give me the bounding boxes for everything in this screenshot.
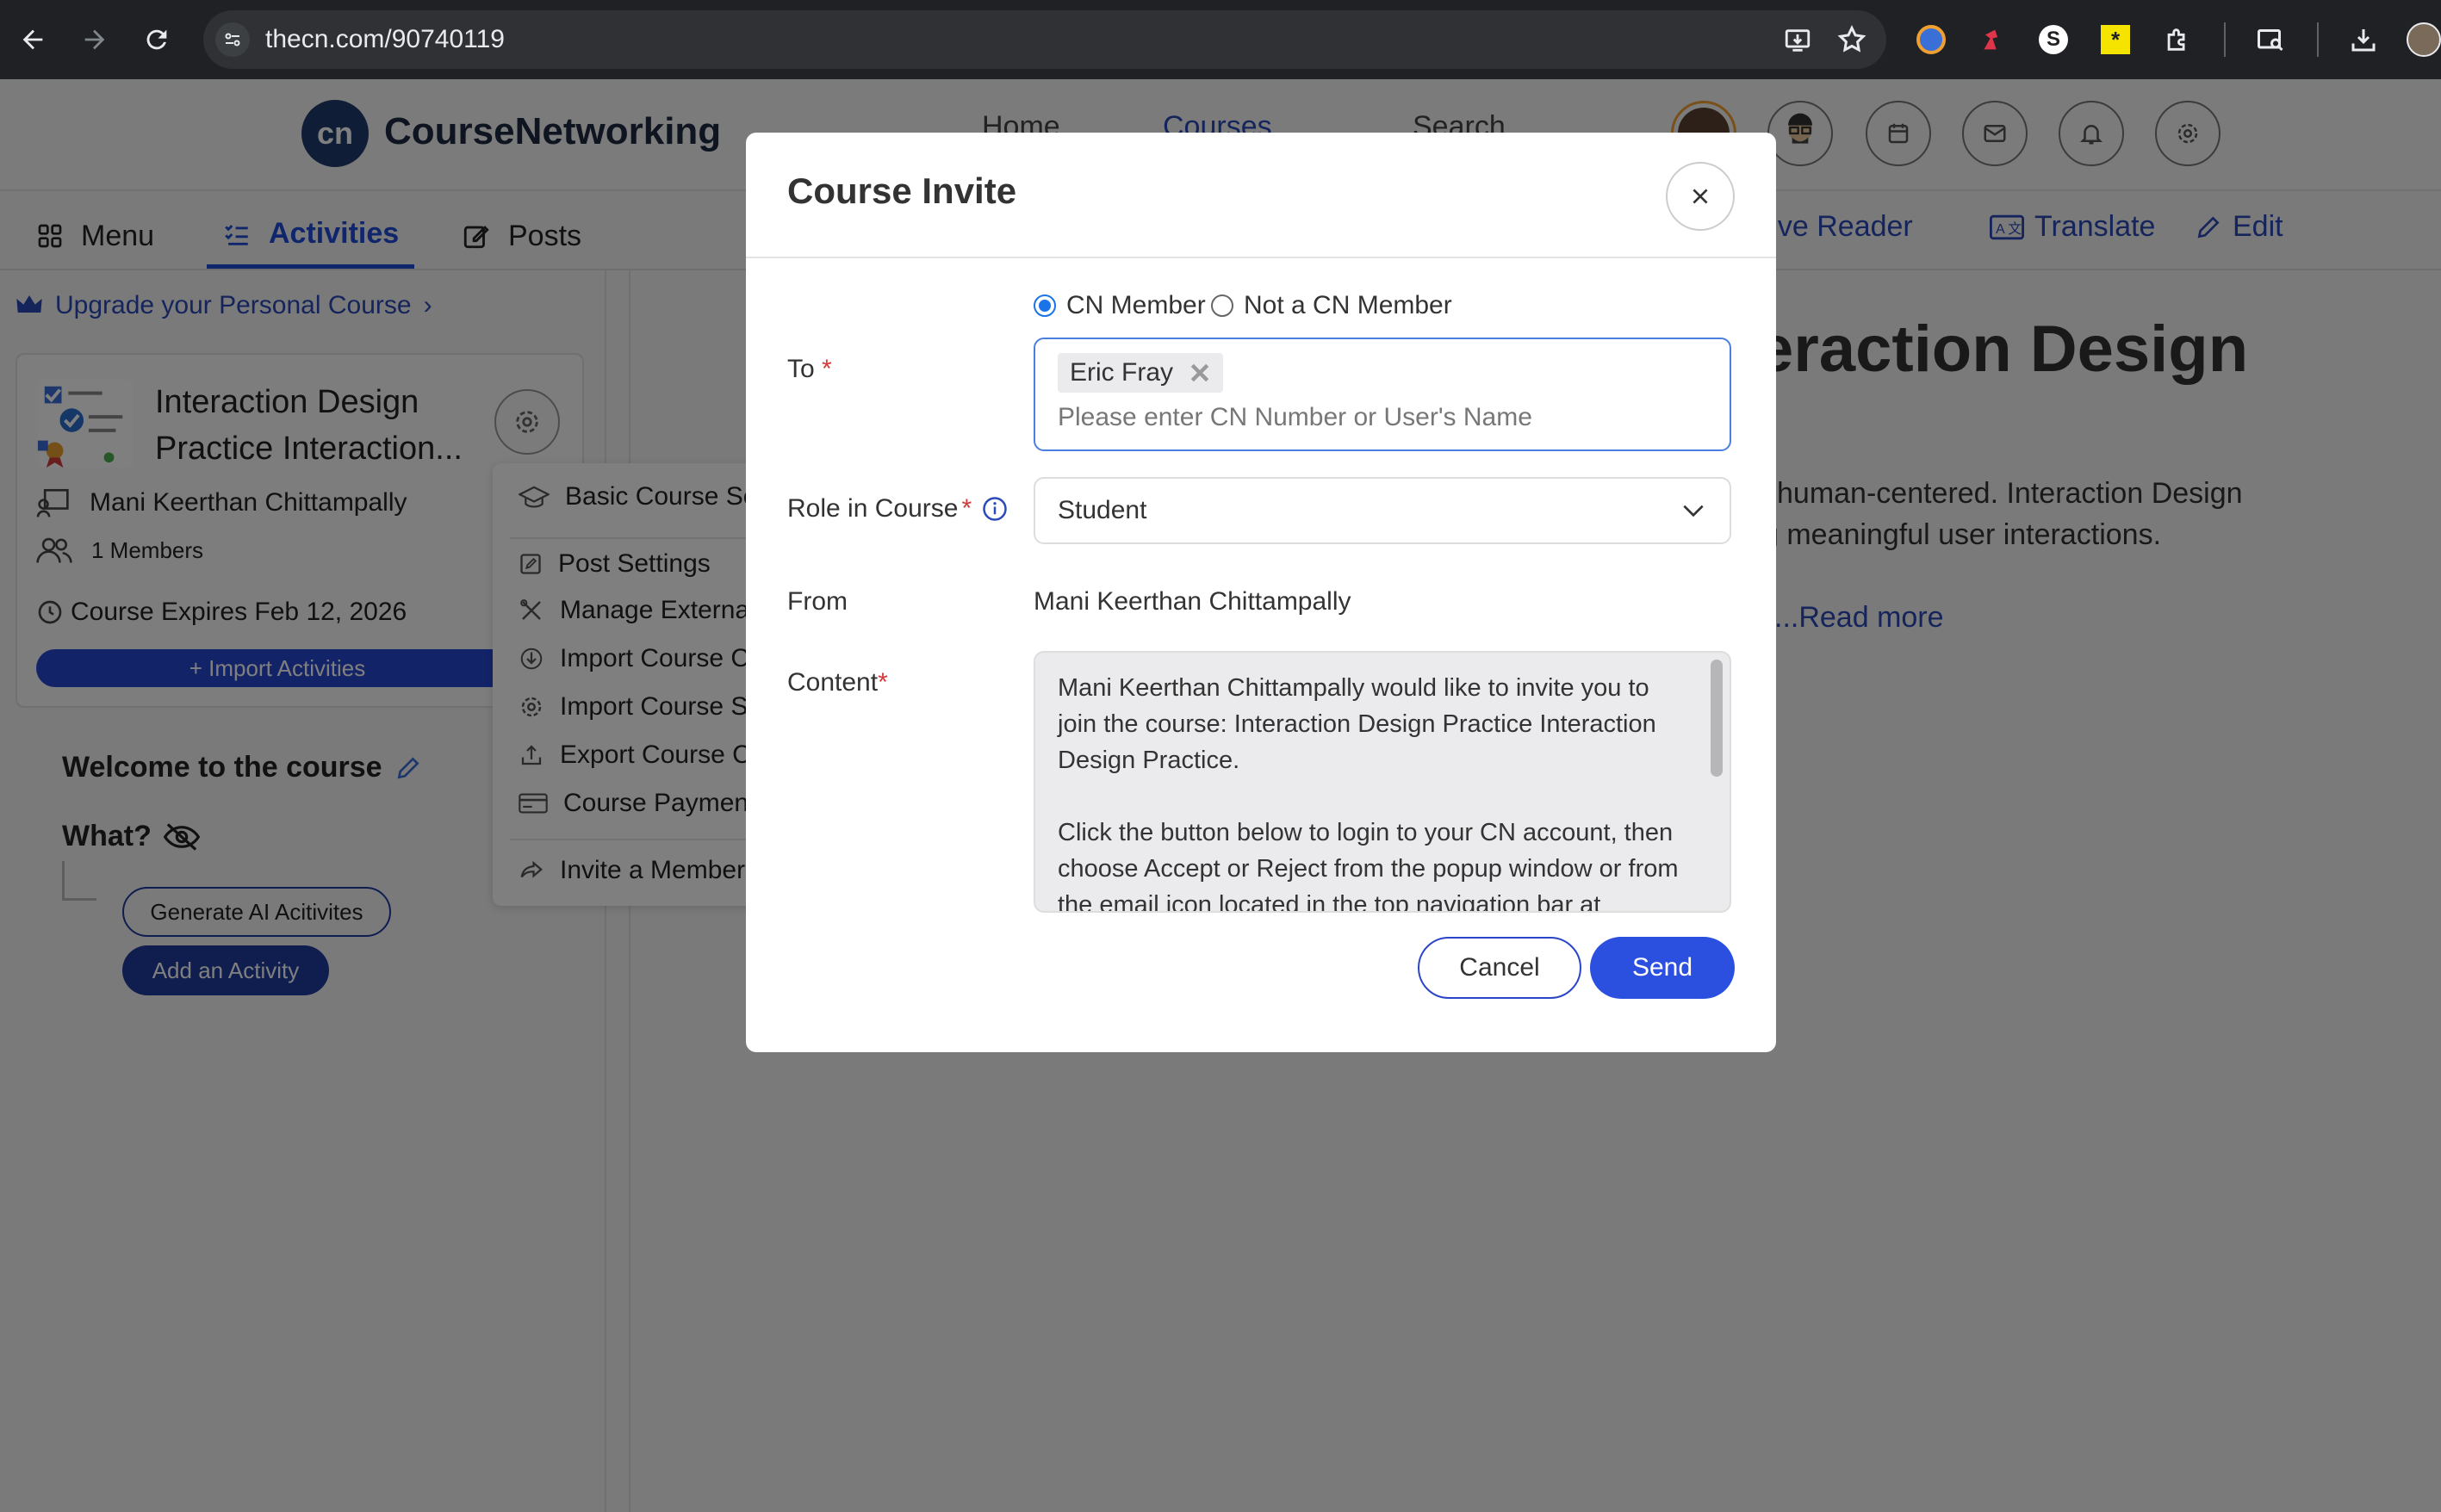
dialog-title: Course Invite [787, 170, 1017, 211]
required-mark: * [878, 668, 888, 697]
site-info-icon[interactable] [215, 22, 250, 57]
role-select-value: Student [1058, 496, 1147, 524]
extension-1-icon[interactable] [1910, 19, 1952, 60]
toolbar-divider [2317, 22, 2319, 57]
from-value: Mani Keerthan Chittampally [1034, 587, 1351, 616]
role-select[interactable]: Student [1034, 477, 1731, 544]
content-text: Mani Keerthan Chittampally would like to… [1058, 674, 1679, 913]
forward-icon[interactable] [71, 15, 119, 64]
course-invite-dialog: Course Invite CN Member Not a CN Member … [746, 133, 1776, 1052]
recipient-chip: Eric Fray [1058, 353, 1223, 393]
info-icon[interactable] [982, 496, 1008, 522]
cn-member-radio-option[interactable]: CN Member [1034, 291, 1206, 320]
content-scrollbar[interactable] [1711, 660, 1723, 777]
recipient-input-placeholder[interactable]: Please enter CN Number or User's Name [1058, 403, 1532, 432]
content-label-text: Content [787, 668, 879, 697]
browser-toolbar: thecn.com/90740119 S * [0, 0, 2441, 79]
extension-4-icon[interactable]: * [2095, 19, 2136, 60]
not-cn-member-radio[interactable] [1211, 294, 1233, 317]
toolbar-divider [2224, 22, 2226, 57]
to-label-text: To [787, 355, 815, 383]
content-label: Content* [787, 668, 888, 697]
recipient-chip-label: Eric Fray [1070, 358, 1173, 387]
chevron-down-icon [1683, 505, 1704, 517]
dialog-divider [746, 257, 1776, 258]
back-icon[interactable] [9, 15, 57, 64]
cn-member-label: CN Member [1066, 291, 1206, 319]
close-icon [1693, 189, 1708, 204]
required-mark: * [961, 494, 972, 523]
to-label: To * [787, 355, 832, 384]
tab-search-icon[interactable] [2250, 19, 2291, 60]
send-button[interactable]: Send [1590, 937, 1735, 999]
from-label: From [787, 587, 848, 616]
profile-avatar-icon[interactable] [2403, 19, 2441, 60]
install-icon[interactable] [1783, 26, 1812, 55]
role-label-text: Role in Course [787, 494, 959, 523]
url-text[interactable]: thecn.com/90740119 [265, 10, 505, 69]
close-button[interactable] [1666, 162, 1735, 231]
extensions-puzzle-icon[interactable] [2157, 19, 2198, 60]
download-icon[interactable] [2343, 19, 2384, 60]
not-cn-member-radio-option[interactable]: Not a CN Member [1211, 291, 1452, 320]
extension-2-icon[interactable] [1971, 19, 2012, 60]
reload-icon[interactable] [133, 15, 181, 64]
address-bar[interactable]: thecn.com/90740119 [203, 10, 1886, 69]
content-textarea[interactable]: Mani Keerthan Chittampally would like to… [1034, 651, 1731, 913]
required-mark: * [822, 355, 832, 383]
extension-3-icon[interactable]: S [2033, 19, 2074, 60]
star-icon[interactable] [1836, 24, 1867, 55]
not-cn-member-label: Not a CN Member [1244, 291, 1452, 319]
cn-member-radio[interactable] [1034, 294, 1056, 317]
recipient-field[interactable]: Eric Fray Please enter CN Number or User… [1034, 338, 1731, 451]
cancel-button[interactable]: Cancel [1418, 937, 1581, 999]
remove-chip-icon[interactable] [1189, 362, 1211, 384]
role-label: Role in Course * [787, 494, 1008, 524]
